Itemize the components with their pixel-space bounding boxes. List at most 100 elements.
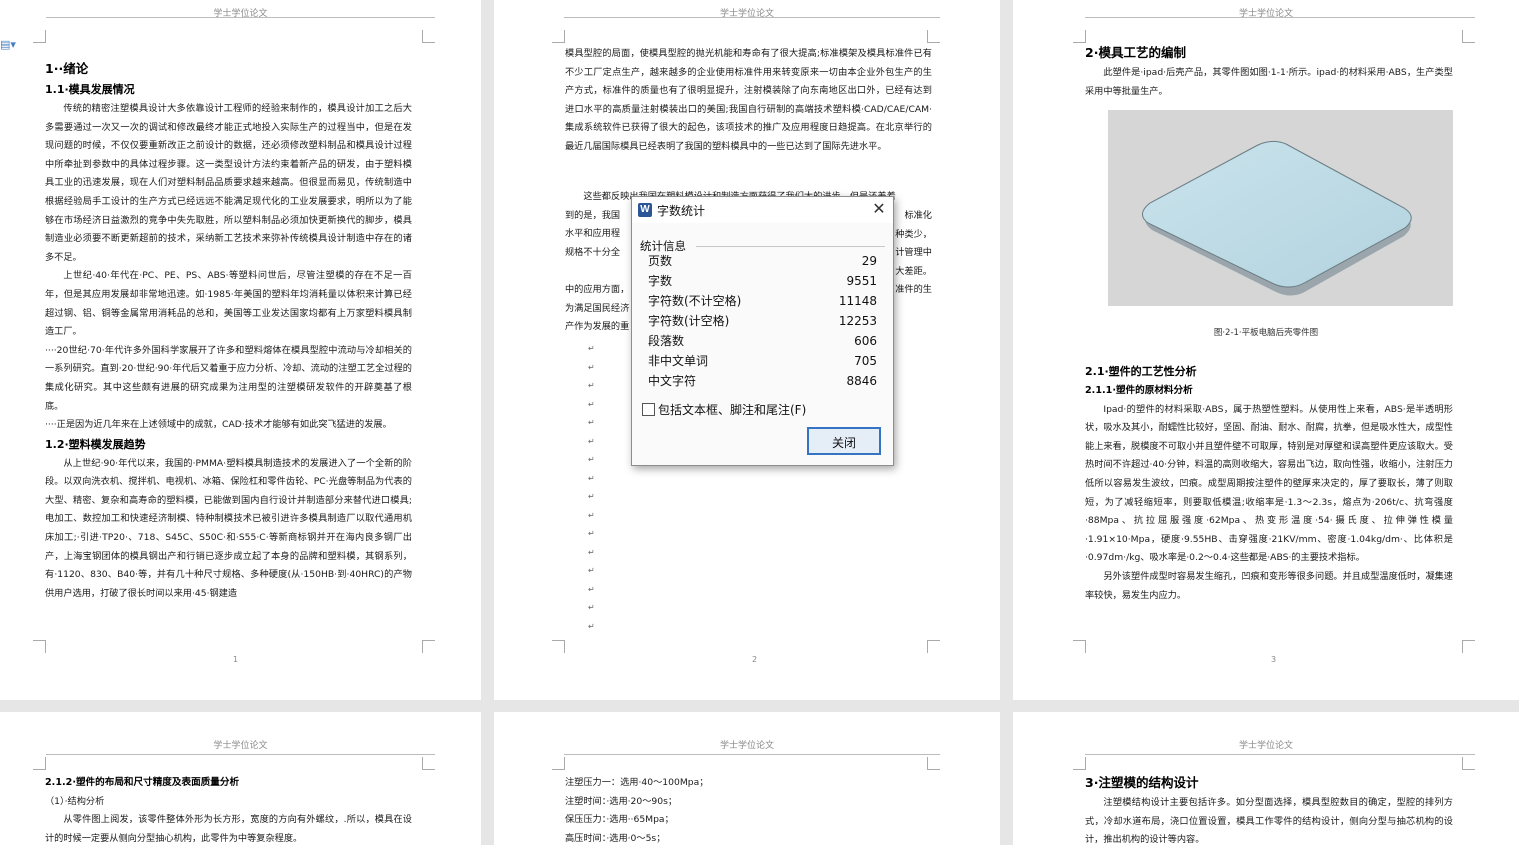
paragraph-fragment: 种类少， xyxy=(895,228,932,240)
paragraph-fragment: 计管理中 xyxy=(895,247,932,259)
stat-value: 9551 xyxy=(846,274,877,288)
crop-mark xyxy=(1462,640,1475,653)
stat-value: 11148 xyxy=(838,294,877,308)
crop-mark xyxy=(33,757,46,770)
paragraph: Ipad·的塑件的材料采取·ABS，属于热塑性塑料。从使用性上来看，ABS·是半… xyxy=(1085,403,1453,564)
paragraph: （1）·结构分析 xyxy=(45,795,105,807)
paragraph-fragment: 标准化 xyxy=(904,210,932,221)
crop-mark xyxy=(927,640,940,653)
crop-mark xyxy=(33,30,46,43)
parameter-line: 保压压力：·选用··65Mpa； xyxy=(565,814,674,826)
crop-mark xyxy=(1462,757,1475,770)
stat-label: 非中文单词 xyxy=(648,354,709,368)
empty-paragraph-marks: ↵ ↵ ↵ ↵ ↵ ↵ ↵ ↵ ↵ ↵ ↵ ↵ ↵ ↵ ↵ ↵ xyxy=(588,344,595,631)
document-page-3[interactable]: 学士学位论文 2·模具工艺的编制 此塑件是·ipad·后壳产品，其零件图如图·1… xyxy=(1013,0,1519,700)
header-rule xyxy=(1085,17,1475,18)
stat-row-words: 字数 9551 xyxy=(648,271,877,291)
paragraph: 此塑件是·ipad·后壳产品，其零件图如图·1-1·所示。ipad·的材料采用·… xyxy=(1085,67,1453,97)
close-button[interactable]: 关闭 xyxy=(807,427,881,455)
heading-3: 3·注塑模的结构设计 xyxy=(1085,775,1199,790)
dialog-title: 字数统计 xyxy=(657,204,706,218)
header-rule xyxy=(564,754,940,755)
crop-mark xyxy=(927,757,940,770)
paragraph-fragment: 准件的生 xyxy=(895,284,932,296)
header-rule xyxy=(46,754,435,755)
stat-label: 中文字符 xyxy=(648,374,697,388)
paragraph: 从上世纪·90·年代以来，我国的·PMMA·塑料模具制造技术的发展进入了一个全新… xyxy=(45,457,412,599)
page-header: 学士学位论文 xyxy=(719,741,774,751)
dialog-titlebar[interactable]: W 字数统计 ✕ xyxy=(632,197,893,223)
close-icon[interactable]: ✕ xyxy=(869,199,889,219)
heading-1-2: 1.2·塑料模发展趋势 xyxy=(45,437,146,451)
checkbox-label[interactable]: 包括文本框、脚注和尾注(F) xyxy=(658,401,806,418)
stat-row-non-chinese-words: 非中文单词 705 xyxy=(648,351,877,371)
tablet-shell-icon xyxy=(1142,140,1412,296)
header-rule xyxy=(564,17,940,18)
page-number: 1 xyxy=(233,655,239,664)
page-2-right-fragments: 标准化 种类少， 计管理中 大差距。 准件的生 xyxy=(892,207,932,300)
heading-2-1-1: 2.1.1·塑件的原材料分析 xyxy=(1085,385,1193,396)
page-number: 2 xyxy=(752,655,758,664)
stat-row-chars-with-spaces: 字符数(计空格) 12253 xyxy=(648,311,877,331)
crop-mark xyxy=(1073,757,1086,770)
stat-label: 字符数(不计空格) xyxy=(648,294,742,308)
crop-mark xyxy=(552,640,565,653)
parameter-line: 注塑时间：·选用·20～90s； xyxy=(565,795,678,807)
heading-2-1: 2.1·塑件的工艺性分析 xyxy=(1085,365,1197,378)
heading-1: 1··绪论 xyxy=(45,61,89,76)
document-page-6[interactable]: 学士学位论文 3·注塑模的结构设计 注塑模结构设计主要包括许多。如分型面选择，模… xyxy=(1013,712,1519,845)
page-5-body: 注塑压力一：选用·40～100Mpa； 注塑时间：·选用·20～90s； 保压压… xyxy=(565,774,932,845)
stat-label: 段落数 xyxy=(648,334,685,348)
stat-row-chars-no-spaces: 字符数(不计空格) 11148 xyxy=(648,291,877,311)
paragraph: ····正是因为近几年来在上述领域中的成就，CAD·技术才能够有如此突飞猛进的发… xyxy=(45,419,392,431)
stat-row-pages: 页数 29 xyxy=(648,251,877,271)
crop-mark xyxy=(1073,640,1086,653)
page-1-body: 1··绪论 1.1·模具发展情况 传统的精密注塑模具设计大多依靠设计工程师的经验… xyxy=(45,58,412,603)
stat-value: 29 xyxy=(861,254,877,268)
stat-value: 8846 xyxy=(846,374,877,388)
crop-mark xyxy=(927,30,940,43)
page-6-body: 3·注塑模的结构设计 注塑模结构设计主要包括许多。如分型面选择，模具型腔数目的确… xyxy=(1085,772,1453,845)
document-page-4[interactable]: 学士学位论文 2.1.2·塑件的布局和尺寸精度及表面质量分析 （1）·结构分析 … xyxy=(0,712,481,845)
heading-2: 2·模具工艺的编制 xyxy=(1085,45,1186,60)
stat-label: 页数 xyxy=(648,254,673,268)
page-3-top: 2·模具工艺的编制 此塑件是·ipad·后壳产品，其零件图如图·1-1·所示。i… xyxy=(1085,42,1453,101)
page-3-body: 2.1·塑件的工艺性分析 2.1.1·塑件的原材料分析 Ipad·的塑件的材料采… xyxy=(1085,362,1453,605)
paragraph: 模具型腔的局面，使模具型腔的抛光机能和寿命有了很大提高;标准模架及模具标准件已有… xyxy=(565,48,932,152)
crop-mark xyxy=(422,640,435,653)
page-header: 学士学位论文 xyxy=(213,741,268,751)
parameter-line: 注塑压力一：选用·40～100Mpa； xyxy=(565,777,709,788)
paragraph: ····20世纪·70·年代许多外国科学家展开了许多和塑料熔体在模具型腔中流动与… xyxy=(45,344,412,412)
figure-caption: 图·2-1·平板电脑后壳零件图 xyxy=(1213,328,1319,338)
crop-mark xyxy=(552,757,565,770)
heading-1-1: 1.1·模具发展情况 xyxy=(45,83,135,96)
crop-mark xyxy=(552,30,565,43)
word-count-dialog[interactable]: W 字数统计 ✕ 统计信息 页数 29 字数 9551 字符数(不计空格) 11… xyxy=(631,196,894,466)
paragraph: 上世纪·40·年代在·PC、PE、PS、ABS·等塑料问世后，尽管注塑模的存在不… xyxy=(45,270,412,338)
stat-row-chinese-chars: 中文字符 8846 xyxy=(648,371,877,391)
page-header: 学士学位论文 xyxy=(1238,741,1293,751)
include-textbox-footnote-checkbox[interactable] xyxy=(642,403,655,416)
page-4-body: 2.1.2·塑件的布局和尺寸精度及表面质量分析 （1）·结构分析 从零件图上阅发… xyxy=(45,774,412,845)
paragraph: 传统的精密注塑模具设计大多依靠设计工程师的经验来制作的，模具设计加工之后大多需要… xyxy=(45,103,412,263)
group-divider xyxy=(696,246,885,247)
wps-writer-icon: W xyxy=(638,203,652,217)
parameter-line: 高压时间：·选用·0～5s； xyxy=(565,832,666,844)
heading-2-1-2: 2.1.2·塑件的布局和尺寸精度及表面质量分析 xyxy=(45,777,240,788)
crop-mark xyxy=(33,640,46,653)
document-page-5[interactable]: 学士学位论文 注塑压力一：选用·40～100Mpa； 注塑时间：·选用·20～9… xyxy=(494,712,1000,845)
stat-value: 606 xyxy=(854,334,877,348)
tablet-shell-figure[interactable] xyxy=(1108,110,1453,306)
stat-label: 字符数(计空格) xyxy=(648,314,730,328)
paragraph: 注塑模结构设计主要包括许多。如分型面选择，模具型腔数目的确定，型腔的排列方式，冷… xyxy=(1085,797,1453,845)
page-2-body: 模具型腔的局面，使模具型腔的抛光机能和寿命有了很大提高;标准模架及模具标准件已有… xyxy=(565,45,932,157)
document-icon[interactable]: ▤▾ xyxy=(0,38,16,51)
paragraph: 从零件图上阅发，该零件整体外形为长方形，宽度的方向有外螺纹，.所以，模具在设计的… xyxy=(45,814,412,844)
crop-mark xyxy=(1462,30,1475,43)
page-number: 3 xyxy=(1271,655,1277,664)
stat-row-paragraphs: 段落数 606 xyxy=(648,331,877,351)
stat-value: 12253 xyxy=(838,314,877,328)
paragraph-fragment: 大差距。 xyxy=(895,265,932,277)
document-page-1[interactable]: 学士学位论文 ▤▾ 1··绪论 1.1·模具发展情况 传统的精密注塑模具设计大多… xyxy=(0,0,481,700)
crop-mark xyxy=(422,30,435,43)
